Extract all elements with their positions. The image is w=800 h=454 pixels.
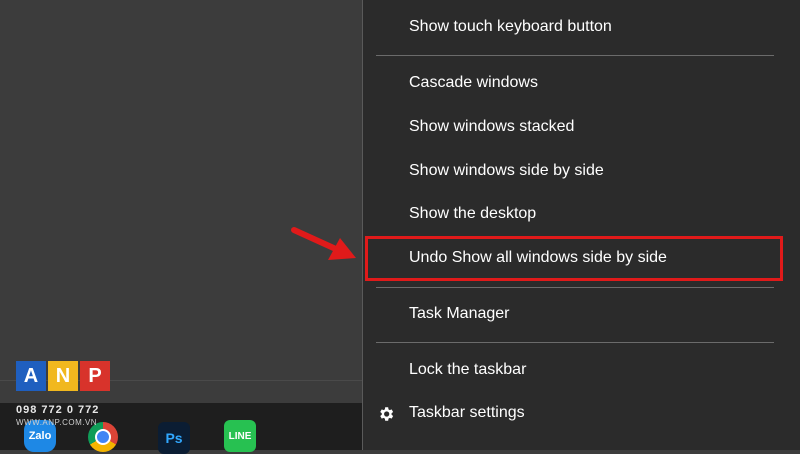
photoshop-icon-label: Ps — [165, 430, 183, 446]
menu-item-label: Lock the taskbar — [409, 361, 527, 378]
menu-item-label: Cascade windows — [409, 74, 538, 91]
menu-item-label: Show the desktop — [409, 205, 537, 222]
logo-letter-p: P — [80, 361, 110, 391]
gear-icon — [380, 407, 394, 421]
menu-item-label: Show touch keyboard button — [409, 18, 612, 35]
menu-item-label: Task Manager — [409, 305, 510, 322]
menu-item-show-windows-stacked[interactable]: Show windows stacked — [363, 107, 800, 147]
menu-item-show-windows-side-by-side[interactable]: Show windows side by side — [363, 151, 800, 191]
menu-item-show-the-desktop[interactable]: Show the desktop — [363, 194, 800, 234]
menu-separator — [376, 55, 774, 56]
line-icon[interactable]: LINE — [224, 420, 256, 452]
menu-item-label: Show windows stacked — [409, 118, 575, 135]
menu-separator — [376, 342, 774, 343]
red-arrow-icon — [291, 227, 356, 260]
menu-item-lock-the-taskbar[interactable]: Lock the taskbar — [363, 350, 800, 390]
logo-website: WWW.ANP.COM.VN — [16, 418, 98, 427]
menu-separator — [376, 287, 774, 288]
logo-phone: 098 772 0 772 — [16, 404, 100, 416]
photoshop-icon[interactable]: Ps — [158, 422, 190, 454]
line-icon-label: LINE — [228, 430, 252, 442]
taskbar-context-menu: Show touch keyboard button Cascade windo… — [362, 0, 800, 450]
menu-item-cascade-windows[interactable]: Cascade windows — [363, 63, 800, 103]
zalo-icon-label: Zalo — [28, 430, 52, 442]
logo-letters: A N P — [16, 361, 112, 391]
anp-watermark-logo: A N P 098 772 0 772 WWW.ANP.COM.VN — [16, 361, 112, 427]
menu-item-taskbar-settings[interactable]: Taskbar settings — [363, 393, 800, 433]
menu-item-show-touch-keyboard[interactable]: Show touch keyboard button — [363, 7, 800, 47]
logo-letter-n: N — [48, 361, 78, 391]
highlight-box — [365, 236, 783, 281]
logo-letter-a: A — [16, 361, 46, 391]
menu-item-task-manager[interactable]: Task Manager — [363, 294, 800, 334]
menu-item-label: Show windows side by side — [409, 162, 604, 179]
chrome-icon-center — [95, 429, 111, 445]
menu-item-label: Taskbar settings — [409, 404, 525, 421]
